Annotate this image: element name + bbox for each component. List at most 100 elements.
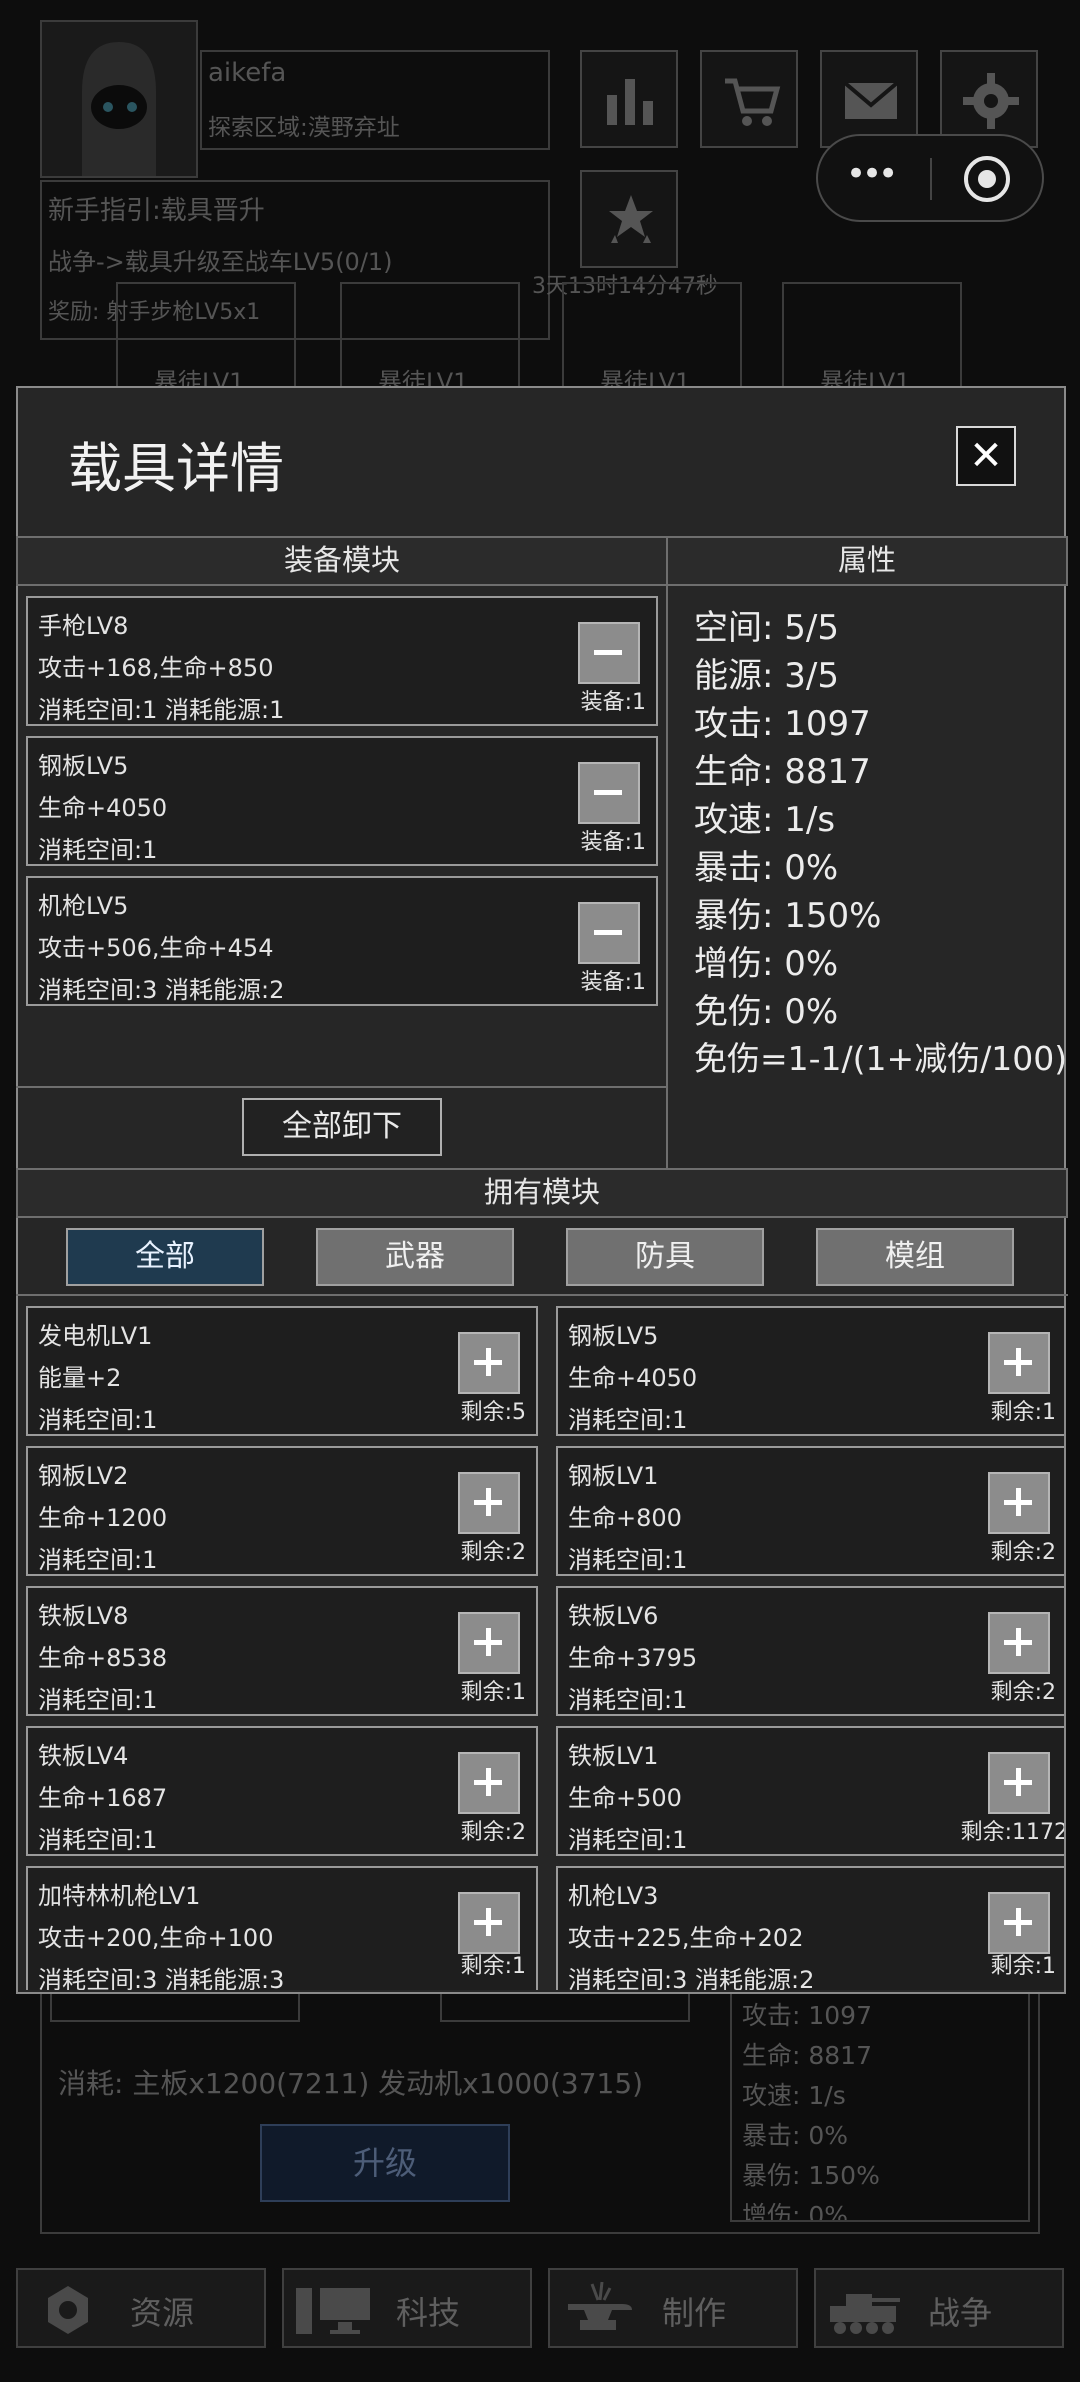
module-effect: 攻击+200,生命+100	[38, 1924, 274, 1952]
remaining-count: 剩余:2	[990, 1540, 1056, 1565]
vehicle-detail-modal: 载具详情 ✕ 装备模块 属性 手枪LV8 攻击+168,生命+850 消耗空间:…	[16, 386, 1068, 1994]
close-miniprogram-button[interactable]	[964, 156, 1010, 202]
equip-button[interactable]	[988, 1752, 1050, 1814]
unequip-button[interactable]	[578, 902, 640, 964]
remaining-count: 剩余:1172	[960, 1820, 1064, 1845]
equip-button[interactable]	[458, 1892, 520, 1954]
player-avatar[interactable]	[40, 20, 198, 178]
equip-button[interactable]	[458, 1472, 520, 1534]
enemy-slot[interactable]: 暴徒LV1	[340, 282, 520, 396]
module-name: 铁板LV6	[568, 1602, 659, 1630]
equip-button[interactable]	[988, 1892, 1050, 1954]
close-icon: ✕	[969, 433, 1003, 479]
owned-module-card: 铁板LV8 生命+8538 消耗空间:1 剩余:1	[26, 1586, 538, 1716]
module-cost: 消耗空间:1	[568, 1546, 688, 1574]
equip-button[interactable]	[988, 1472, 1050, 1534]
unequip-button[interactable]	[578, 622, 640, 684]
equip-button[interactable]	[458, 1612, 520, 1674]
tab-modules[interactable]: 模组	[816, 1228, 1014, 1286]
equip-button[interactable]	[458, 1332, 520, 1394]
rank-button[interactable]	[580, 170, 678, 268]
remaining-count: 剩余:2	[460, 1540, 526, 1565]
module-cost: 消耗空间:1	[38, 1406, 158, 1434]
enemy-slot[interactable]: 暴徒LV1	[116, 282, 296, 396]
module-effect: 生命+500	[568, 1784, 682, 1812]
attr-damage-reduction: 免伤: 0%	[694, 992, 839, 1032]
equip-button[interactable]	[988, 1332, 1050, 1394]
star-icon	[609, 195, 653, 243]
owned-module-card: 钢板LV1 生命+800 消耗空间:1 剩余:2	[556, 1446, 1064, 1576]
tab-armor[interactable]: 防具	[566, 1228, 764, 1286]
equip-area-border	[666, 584, 668, 1170]
nav-resources[interactable]: 资源	[16, 2268, 266, 2348]
unequip-all-button[interactable]: 全部卸下	[242, 1098, 442, 1156]
equip-button[interactable]	[988, 1612, 1050, 1674]
nav-craft[interactable]: 制作	[548, 2268, 798, 2348]
equipped-module-card: 机枪LV5 攻击+506,生命+454 消耗空间:3 消耗能源:2 装备:1	[26, 876, 658, 1006]
more-button[interactable]: •••	[846, 154, 898, 194]
attr-attack: 攻击: 1097	[694, 704, 871, 744]
module-name: 加特林机枪LV1	[38, 1882, 201, 1910]
attr-header: 属性	[666, 536, 1068, 586]
enemy-slot[interactable]: 暴徒LV1	[562, 282, 742, 396]
nav-tech[interactable]: 科技	[282, 2268, 532, 2348]
tab-weapons[interactable]: 武器	[316, 1228, 514, 1286]
owned-module-card: 铁板LV6 生命+3795 消耗空间:1 剩余:2	[556, 1586, 1064, 1716]
remaining-count: 剩余:1	[990, 1954, 1056, 1979]
enemy-slot[interactable]: 暴徒LV1	[782, 282, 962, 396]
equip-button[interactable]	[458, 1752, 520, 1814]
player-info-panel: aikefa 探索区域:漠野弃址	[200, 50, 550, 150]
player-region: 探索区域:漠野弃址	[208, 115, 400, 141]
module-effect: 生命+1687	[38, 1784, 168, 1812]
stats-button[interactable]	[580, 50, 678, 148]
equip-count: 装备:1	[580, 830, 646, 855]
tank-icon	[830, 2294, 900, 2334]
module-name: 铁板LV8	[38, 1602, 129, 1630]
attr-formula: 免伤=1-1/(1+减伤/100)	[694, 1039, 1068, 1078]
vehicle-slot	[440, 1990, 690, 2022]
module-cost: 消耗空间:1	[38, 1686, 158, 1714]
computer-icon	[296, 2288, 370, 2334]
attr-attack-speed: 攻速: 1/s	[694, 800, 836, 840]
remaining-count: 剩余:2	[460, 1820, 526, 1845]
module-name: 手枪LV8	[38, 612, 129, 640]
remaining-count: 剩余:1	[990, 1400, 1056, 1425]
module-cost: 消耗空间:1	[568, 1406, 688, 1434]
owned-module-card: 铁板LV1 生命+500 消耗空间:1 剩余:1172	[556, 1726, 1064, 1856]
attr-damage-bonus: 增伤: 0%	[694, 944, 839, 984]
remaining-count: 剩余:1	[460, 1680, 526, 1705]
module-name: 钢板LV5	[568, 1322, 659, 1350]
module-name: 发电机LV1	[38, 1322, 153, 1350]
minus-icon	[594, 790, 622, 795]
module-name: 钢板LV5	[38, 752, 129, 780]
vehicle-slot	[50, 1990, 300, 2022]
owned-module-card: 钢板LV5 生命+4050 消耗空间:1 剩余:1	[556, 1306, 1064, 1436]
unequip-button[interactable]	[578, 762, 640, 824]
remaining-count: 剩余:5	[460, 1400, 526, 1425]
player-name: aikefa	[208, 58, 287, 88]
module-name: 机枪LV5	[38, 892, 129, 920]
guide-task: 战争->载具升级至战车LV5(0/1)	[48, 248, 393, 276]
equip-count: 装备:1	[580, 690, 646, 715]
equip-header: 装备模块	[16, 536, 668, 586]
module-cost: 消耗空间:1	[38, 1546, 158, 1574]
nav-war[interactable]: 战争	[814, 2268, 1064, 2348]
equip-list-border	[16, 1086, 668, 1088]
module-effect: 生命+800	[568, 1504, 682, 1532]
module-name: 钢板LV1	[568, 1462, 659, 1490]
modal-title: 载具详情	[68, 437, 284, 500]
attr-crit-damage: 暴伤: 150%	[694, 896, 882, 936]
module-cost: 消耗空间:1	[38, 836, 158, 864]
gear-icon	[963, 73, 1019, 129]
close-button[interactable]: ✕	[956, 426, 1016, 486]
owned-module-list[interactable]: 发电机LV1 能量+2 消耗空间:1 剩余:5 钢板LV5 生命+4050 消耗…	[18, 1300, 1064, 1990]
equip-count: 装备:1	[580, 970, 646, 995]
module-effect: 生命+1200	[38, 1504, 168, 1532]
owned-module-card: 铁板LV4 生命+1687 消耗空间:1 剩余:2	[26, 1726, 538, 1856]
owned-header: 拥有模块	[16, 1168, 1068, 1218]
upgrade-button[interactable]: 升级	[260, 2124, 510, 2202]
shop-button[interactable]	[700, 50, 798, 148]
vehicle-stats-box: 攻击: 1097 生命: 8817 攻速: 1/s 暴击: 0% 暴伤: 150…	[730, 1990, 1030, 2222]
tab-all[interactable]: 全部	[66, 1228, 264, 1286]
module-cost: 消耗空间:3 消耗能源:3	[38, 1966, 285, 1990]
